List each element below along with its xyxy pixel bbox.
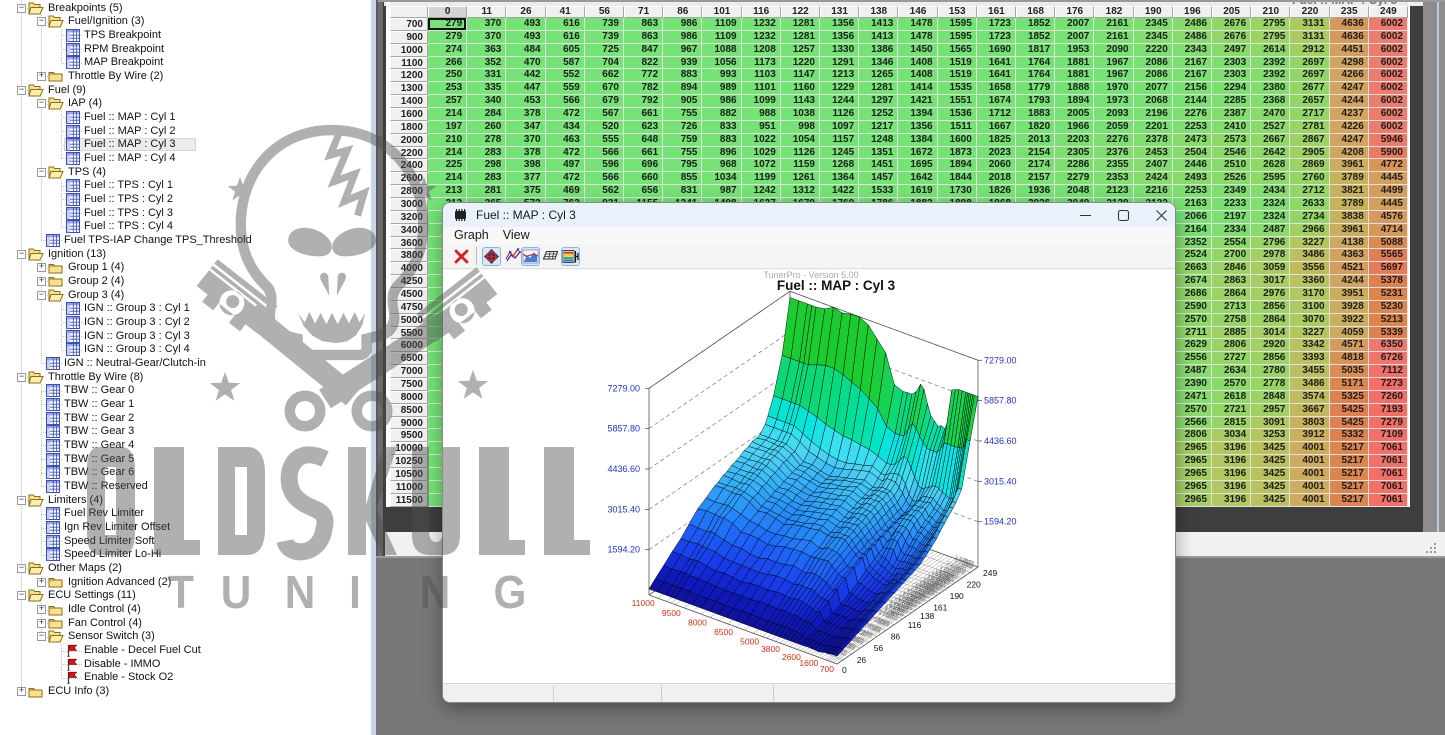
svg-text:0: 0: [842, 665, 847, 675]
svg-text:7279.00: 7279.00: [984, 355, 1017, 365]
svg-text:116: 116: [908, 620, 922, 630]
svg-text:86: 86: [891, 632, 901, 642]
svg-text:1600: 1600: [799, 658, 818, 668]
svg-text:220: 220: [967, 579, 981, 589]
svg-text:2600: 2600: [782, 652, 801, 662]
svg-text:6500: 6500: [714, 627, 733, 637]
svg-text:3800: 3800: [761, 644, 780, 654]
svg-text:3015.40: 3015.40: [984, 476, 1017, 486]
svg-text:161: 161: [933, 602, 947, 612]
svg-text:11000: 11000: [632, 598, 655, 608]
svg-text:190: 190: [950, 591, 964, 601]
svg-text:1594.20: 1594.20: [984, 517, 1017, 527]
svg-text:7279.00: 7279.00: [607, 383, 640, 393]
svg-text:4436.60: 4436.60: [607, 464, 640, 474]
svg-text:9500: 9500: [662, 608, 681, 618]
svg-text:138: 138: [920, 611, 934, 621]
svg-text:26: 26: [857, 655, 867, 665]
svg-text:5857.80: 5857.80: [984, 396, 1017, 406]
svg-text:3015.40: 3015.40: [607, 504, 640, 514]
svg-text:249: 249: [983, 568, 997, 578]
svg-text:5000: 5000: [740, 637, 759, 647]
svg-text:700: 700: [820, 664, 834, 674]
svg-text:1594.20: 1594.20: [607, 545, 640, 555]
svg-text:4436.60: 4436.60: [984, 436, 1017, 446]
svg-text:8000: 8000: [688, 617, 707, 627]
svg-text:56: 56: [874, 643, 884, 653]
svg-text:5857.80: 5857.80: [607, 424, 640, 434]
